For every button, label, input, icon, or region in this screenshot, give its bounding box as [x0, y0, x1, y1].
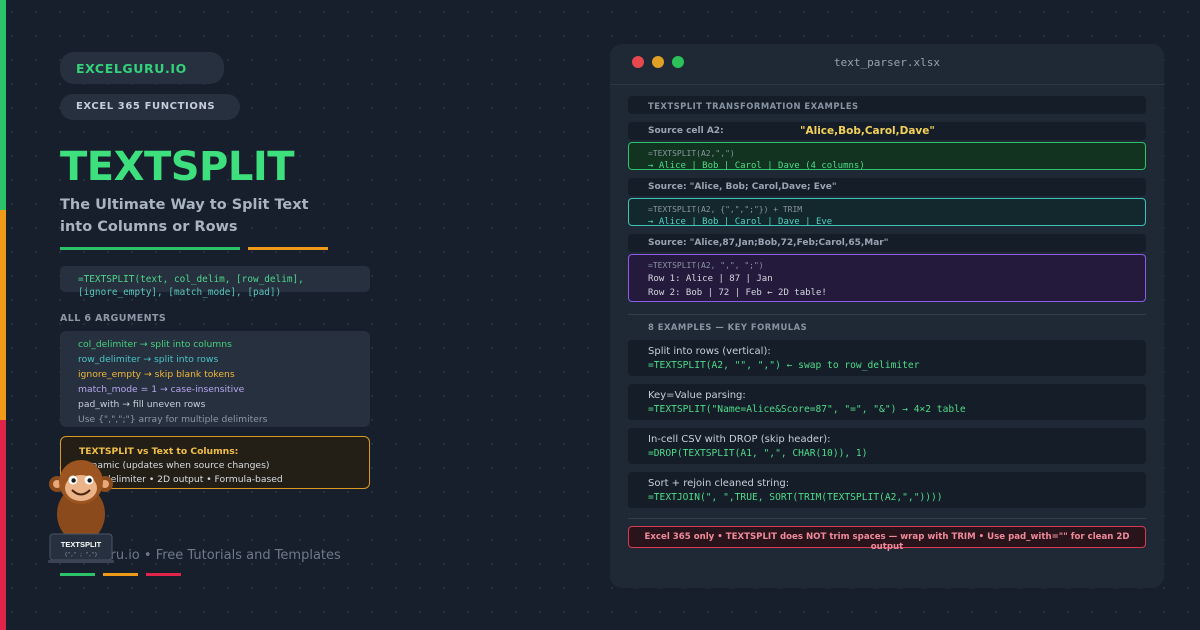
arguments-list: col_delimiter → split into columns row_d… [60, 331, 370, 427]
key-formula-card: Split into rows (vertical): =TEXTSPLIT(A… [628, 340, 1146, 376]
example-output: → Alice | Bob | Carol | Dave | Eve [648, 217, 833, 227]
accent-stripe-red [0, 420, 6, 630]
category-badge[interactable]: EXCEL 365 FUNCTIONS [60, 94, 240, 120]
section-header: TEXTSPLIT TRANSFORMATION EXAMPLES [628, 96, 1146, 114]
key-formula-card: Key=Value parsing: =TEXTSPLIT("Name=Alic… [628, 384, 1146, 420]
argument-item: Use {",",";"} array for multiple delimit… [78, 414, 268, 425]
key-formula-card: Sort + rejoin cleaned string: =TEXTJOIN(… [628, 472, 1146, 508]
argument-item: pad_with → fill uneven rows [78, 399, 206, 410]
page-title: TEXTSPLIT [60, 144, 295, 190]
key-formula-desc: Split into rows (vertical): [648, 346, 771, 357]
example-source: Source: "Alice,87,Jan;Bob,72,Feb;Carol,6… [628, 234, 1146, 252]
key-formula-code: =DROP(TEXTSPLIT(A1, ",", CHAR(10)), 1) [648, 448, 868, 459]
divider-green [60, 247, 240, 250]
example-source: Source: "Alice, Bob; Carol,Dave; Eve" [628, 178, 1146, 196]
example-result: =TEXTSPLIT(A2, ",", ";") Row 1: Alice | … [628, 254, 1146, 302]
example-formula: =TEXTSPLIT(A2, ",", ";") [648, 261, 764, 270]
key-formula-code: =TEXTJOIN(", ",TRUE, SORT(TRIM(TEXTSPLIT… [648, 492, 943, 503]
monkey-mascot-icon: TEXTSPLIT {"," ; ","} [48, 460, 114, 563]
mascot-label: TEXTSPLIT [61, 540, 102, 549]
example-source-label: Source: "Alice, Bob; Carol,Dave; Eve" [648, 182, 837, 192]
example-source-label: Source: "Alice,87,Jan;Bob,72,Feb;Carol,6… [648, 238, 889, 248]
svg-text:{"," ; ","}: {"," ; ","} [64, 552, 97, 558]
spreadsheet-window: text_parser.xlsx TEXTSPLIT TRANSFORMATIO… [610, 44, 1164, 588]
brand-badge[interactable]: EXCELGURU.IO [60, 52, 224, 84]
syntax-line-1: =TEXTSPLIT(text, col_delim, [row_delim], [78, 274, 304, 285]
example-source: Source cell A2: "Alice,Bob,Carol,Dave" [628, 122, 1146, 140]
argument-item: match_mode = 1 → case-insensitive [78, 384, 245, 395]
example-result: =TEXTSPLIT(A2,",") → Alice | Bob | Carol… [628, 142, 1146, 171]
warning-banner: Excel 365 only • TEXTSPLIT does NOT trim… [628, 526, 1146, 552]
footer-bar-red [146, 573, 181, 576]
comparison-heading: TEXTSPLIT vs Text to Columns: [79, 446, 239, 457]
page-subtitle: The Ultimate Way to Split Text into Colu… [60, 197, 309, 235]
key-formula-code: =TEXTSPLIT(A2, "", ",") ← swap to row_de… [648, 360, 920, 371]
key-formula-card: In-cell CSV with DROP (skip header): =DR… [628, 428, 1146, 464]
example-output: → Alice | Bob | Carol | Dave (4 columns) [648, 161, 865, 171]
example-source-value: "Alice,Bob,Carol,Dave" [800, 125, 935, 137]
footer-bar-orange [103, 573, 138, 576]
divider-orange [248, 247, 328, 250]
section-header-label: TEXTSPLIT TRANSFORMATION EXAMPLES [648, 101, 859, 111]
argument-item: ignore_empty → skip blank tokens [78, 369, 235, 380]
example-output-row-1: Row 1: Alice | 87 | Jan [648, 274, 773, 284]
comparison-line-1: Dynamic (updates when source changes) [79, 460, 270, 471]
key-formula-code: =TEXTSPLIT("Name=Alice&Score=87", "=", "… [648, 404, 966, 415]
titlebar-divider [610, 84, 1164, 85]
example-output-row-2: Row 2: Bob | 72 | Feb ← 2D table! [648, 288, 827, 298]
section-divider [628, 518, 1146, 519]
example-formula: =TEXTSPLIT(A2, {",",";"}) + TRIM [648, 205, 803, 214]
arguments-title: ALL 6 ARGUMENTS [60, 313, 167, 324]
key-formula-desc: Sort + rejoin cleaned string: [648, 478, 790, 489]
syntax-line-2: [ignore_empty], [match_mode], [pad]) [78, 287, 282, 298]
accent-stripe-orange [0, 210, 6, 420]
key-formula-desc: In-cell CSV with DROP (skip header): [648, 434, 831, 445]
example-result: =TEXTSPLIT(A2, {",",";"}) + TRIM → Alice… [628, 198, 1146, 227]
accent-stripe-green [0, 0, 6, 210]
key-formula-desc: Key=Value parsing: [648, 390, 746, 401]
argument-item: col_delimiter → split into columns [78, 339, 232, 350]
window-title: text_parser.xlsx [834, 56, 940, 69]
argument-item: row_delimiter → split into rows [78, 354, 219, 365]
comparison-line-2: Multi-delimiter • 2D output • Formula-ba… [79, 474, 283, 485]
footer-bar-green [60, 573, 95, 576]
example-formula: =TEXTSPLIT(A2,",") [648, 149, 735, 158]
section-divider [628, 314, 1146, 315]
key-formulas-header: 8 EXAMPLES — KEY FORMULAS [648, 322, 808, 332]
